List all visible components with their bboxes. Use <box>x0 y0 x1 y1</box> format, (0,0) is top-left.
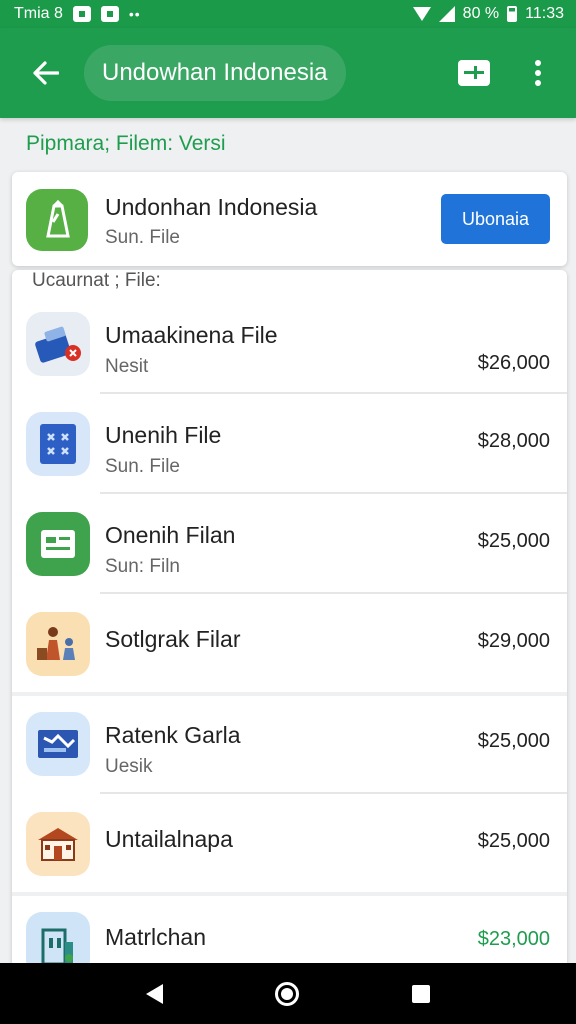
more-notifications-icon: •• <box>128 6 141 22</box>
more-menu-button[interactable] <box>520 55 556 91</box>
list-item[interactable]: Unenih File Sun. File $28,000 <box>12 394 567 494</box>
list-item[interactable]: Untailalnapa $25,000 <box>12 794 567 894</box>
battery-icon <box>507 6 518 22</box>
download-button[interactable]: Ubonaia <box>441 194 550 244</box>
app-bar: Undowhan Indonesia <box>0 28 576 118</box>
list-item[interactable]: Ratenk Garla Uesik $25,000 <box>12 694 567 794</box>
people-icon <box>26 612 90 676</box>
item-title: Unenih File <box>105 422 222 448</box>
house-icon <box>26 812 90 876</box>
toolbox-icon <box>26 312 90 376</box>
arrow-left-icon <box>33 61 59 85</box>
map-icon <box>26 712 90 776</box>
item-title: Umaakinena File <box>105 322 278 348</box>
item-price: $23,000 <box>477 928 550 950</box>
item-title: Ratenk Garla <box>105 722 241 748</box>
system-nav-bar <box>0 963 576 1024</box>
featured-card[interactable]: Undonhan Indonesia Sun. File Ubonaia <box>12 172 567 266</box>
clock: 11:33 <box>525 5 564 22</box>
item-title: Untailalnapa <box>105 826 233 852</box>
item-title: Onenih Filan <box>105 522 236 548</box>
print-icon <box>458 60 490 86</box>
featured-subtitle: Sun. File <box>105 227 180 248</box>
featured-title: Undonhan Indonesia <box>105 194 318 220</box>
item-title: Sotlgrak Filar <box>105 626 241 652</box>
back-button[interactable] <box>22 49 70 97</box>
item-price: $26,000 <box>477 352 550 374</box>
book-icon <box>26 189 88 251</box>
list-item[interactable]: Sotlgrak Filar $29,000 <box>12 594 567 694</box>
item-price: $28,000 <box>477 430 550 452</box>
item-price: $25,000 <box>477 730 550 752</box>
pattern-icon <box>26 412 90 476</box>
list-item[interactable]: Onenih Filan Sun: Filn $25,000 <box>12 494 567 594</box>
nav-recents-icon[interactable] <box>411 984 430 1003</box>
more-vert-icon <box>535 60 541 66</box>
nav-home-icon[interactable] <box>275 981 300 1006</box>
item-subtitle: Sun. File <box>105 456 180 477</box>
wifi-icon <box>412 7 431 21</box>
list-item[interactable]: Umaakinena File Nesit $26,000 <box>12 294 567 394</box>
carrier-text: Tmia 8 <box>14 5 63 22</box>
item-subtitle: Sun: Filn <box>105 556 180 577</box>
notification-icon <box>72 6 91 22</box>
nav-back-icon[interactable] <box>146 983 164 1004</box>
signal-icon <box>438 6 455 22</box>
section-title: Pipmara; Filem: Versi <box>26 132 226 155</box>
app-title: Undowhan Indonesia <box>102 59 328 86</box>
notification-icon <box>100 6 119 22</box>
battery-percent: 80 % <box>462 5 500 22</box>
item-subtitle: Nesit <box>105 356 149 377</box>
list-label: Ucaurnat ; File: <box>32 270 161 291</box>
item-price: $29,000 <box>477 630 550 652</box>
item-price: $25,000 <box>477 830 550 852</box>
document-icon <box>26 512 90 576</box>
status-bar: Tmia 8 •• 80 % 11:33 <box>0 0 576 28</box>
file-list: Ucaurnat ; File: Umaakinena File Nesit $… <box>12 270 567 1024</box>
item-subtitle: Uesik <box>105 756 153 777</box>
item-price: $25,000 <box>477 530 550 552</box>
item-title: Matrlchan <box>105 924 206 950</box>
print-button[interactable] <box>456 55 492 91</box>
app-title-field[interactable]: Undowhan Indonesia <box>84 45 346 101</box>
